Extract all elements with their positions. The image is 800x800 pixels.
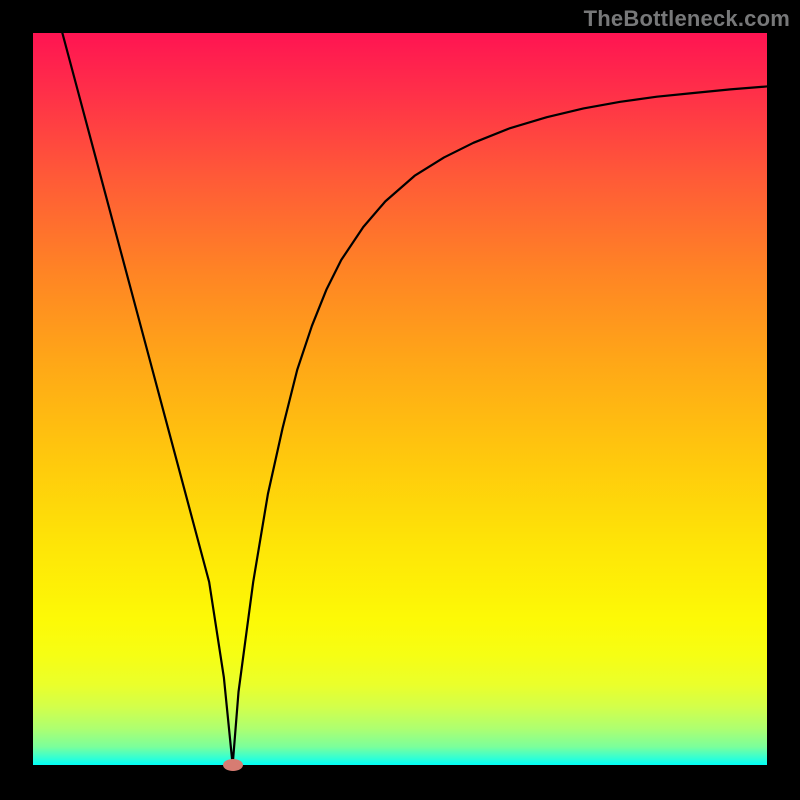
bottleneck-curve — [33, 33, 767, 765]
minimum-marker — [223, 759, 243, 771]
chart-frame: TheBottleneck.com — [0, 0, 800, 800]
watermark-text: TheBottleneck.com — [584, 6, 790, 32]
chart-svg — [33, 33, 767, 765]
plot-area — [33, 33, 767, 765]
